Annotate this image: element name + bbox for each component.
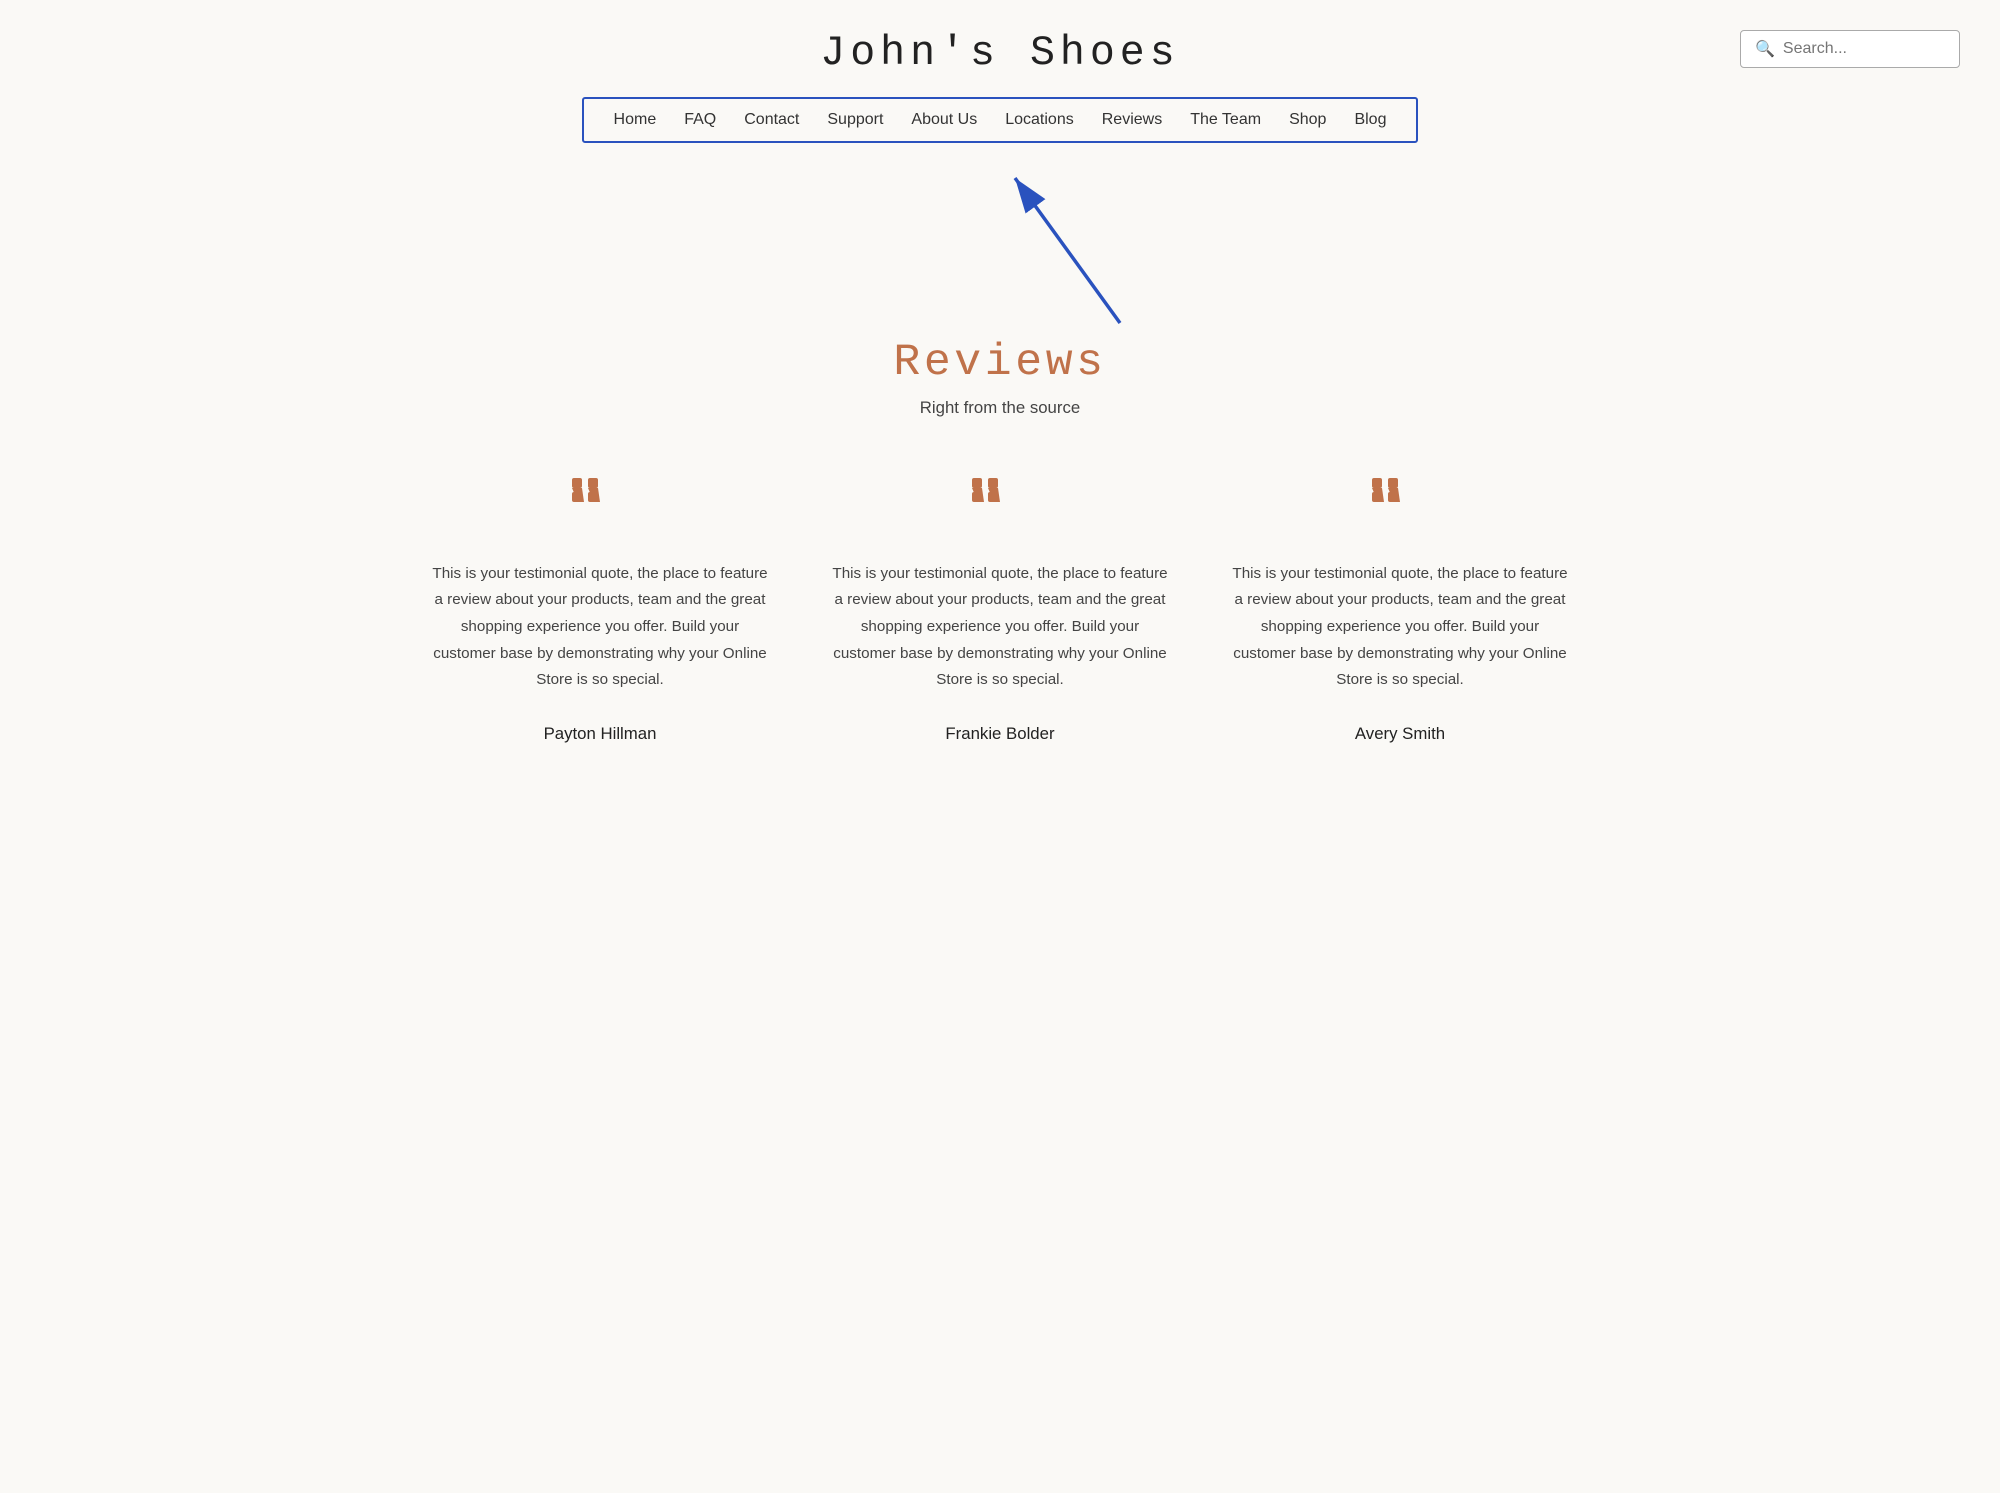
nav-item-reviews[interactable]: Reviews (1102, 111, 1162, 129)
quote-icon (830, 478, 1170, 531)
nav-item-support[interactable]: Support (827, 111, 883, 129)
nav-item-blog[interactable]: Blog (1354, 111, 1386, 129)
site-title: John's Shoes (820, 30, 1179, 77)
nav-item-home[interactable]: Home (614, 111, 657, 129)
nav-item-team[interactable]: The Team (1190, 111, 1261, 129)
reviewer-name: Frankie Bolder (830, 724, 1170, 744)
reviews-subtitle: Right from the source (40, 398, 1960, 418)
reviews-section: Reviews Right from the source This is yo… (0, 338, 2000, 804)
nav-item-contact[interactable]: Contact (744, 111, 799, 129)
testimonial-text: This is your testimonial quote, the plac… (430, 561, 770, 694)
testimonials-grid: This is your testimonial quote, the plac… (400, 478, 1600, 744)
nav-bar: Home FAQ Contact Support About Us Locations Re… (582, 97, 1419, 143)
testimonial-card: This is your testimonial quote, the plac… (430, 478, 770, 744)
arrow-annotation (0, 158, 2000, 338)
reviewer-name: Avery Smith (1230, 724, 1570, 744)
nav-item-faq[interactable]: FAQ (684, 111, 716, 129)
search-input[interactable] (1783, 40, 1945, 58)
search-box[interactable]: 🔍 (1740, 30, 1960, 68)
quote-icon (1230, 478, 1570, 531)
reviewer-name: Payton Hillman (430, 724, 770, 744)
testimonial-text: This is your testimonial quote, the plac… (830, 561, 1170, 694)
nav-item-about[interactable]: About Us (911, 111, 977, 129)
quote-icon (430, 478, 770, 531)
search-icon: 🔍 (1755, 39, 1775, 59)
reviews-title: Reviews (40, 338, 1960, 388)
site-header: John's Shoes 🔍 (0, 0, 2000, 97)
nav-item-locations[interactable]: Locations (1005, 111, 1074, 129)
testimonial-card: This is your testimonial quote, the plac… (1230, 478, 1570, 744)
nav-item-shop[interactable]: Shop (1289, 111, 1326, 129)
arrow-svg (990, 158, 1150, 328)
testimonial-text: This is your testimonial quote, the plac… (1230, 561, 1570, 694)
navigation: Home FAQ Contact Support About Us Locations Re… (0, 97, 2000, 153)
testimonial-card: This is your testimonial quote, the plac… (830, 478, 1170, 744)
